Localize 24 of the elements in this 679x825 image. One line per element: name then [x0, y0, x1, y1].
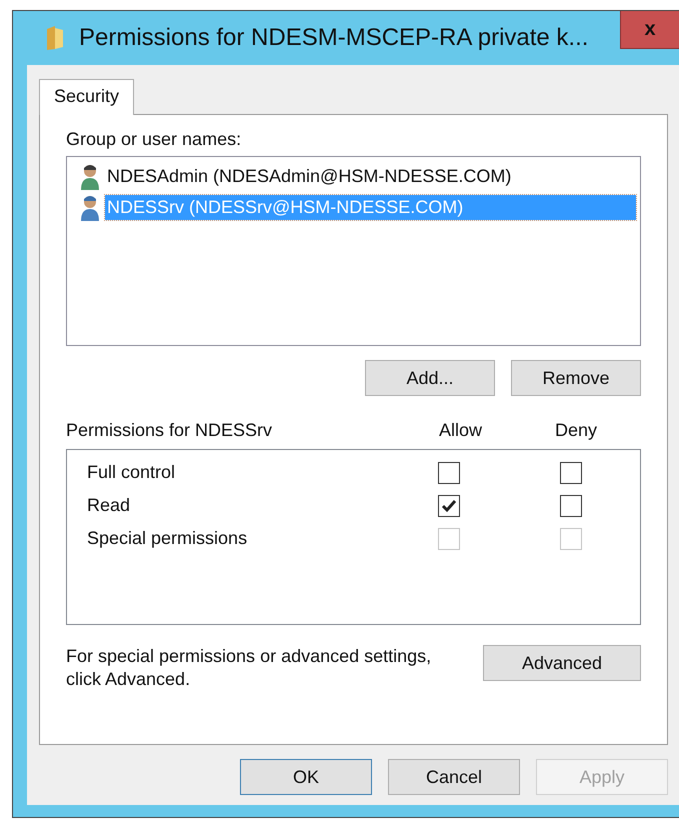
section-label: Group or user names: — [66, 129, 242, 150]
window-title: Permissions for NDESM-MSCEP-RA private k... — [79, 24, 588, 52]
permissions-label: Permissions for NDESSrv — [66, 420, 274, 441]
list-button[interactable]: Remove — [511, 360, 641, 396]
permission-name: Read — [87, 495, 132, 516]
permission-name: Full control — [87, 462, 176, 483]
dialog-button[interactable]: OK — [240, 759, 372, 795]
tab[interactable]: Security — [39, 79, 134, 115]
column-header: Deny — [555, 420, 598, 441]
checkbox[interactable] — [438, 462, 460, 484]
close-button[interactable]: x — [620, 11, 679, 49]
list-button[interactable]: Add... — [365, 360, 495, 396]
dialog-button[interactable]: Cancel — [388, 759, 520, 795]
checkbox[interactable] — [560, 494, 582, 516]
user-list-item[interactable]: NDESAdmin (NDESAdmin@HSM-NDESSE.COM) — [105, 164, 514, 189]
advanced-button[interactable]: Advanced — [483, 645, 641, 681]
advanced-note: For special permissions or advanced settings, click Advanced. — [66, 645, 432, 690]
permission-name: Special permissions — [87, 528, 248, 549]
folder-icon — [45, 25, 65, 51]
checkbox[interactable] — [438, 494, 460, 516]
column-header: Allow — [439, 420, 484, 441]
checkbox[interactable] — [560, 462, 582, 484]
user-icon — [79, 194, 101, 222]
user-icon — [79, 162, 101, 190]
